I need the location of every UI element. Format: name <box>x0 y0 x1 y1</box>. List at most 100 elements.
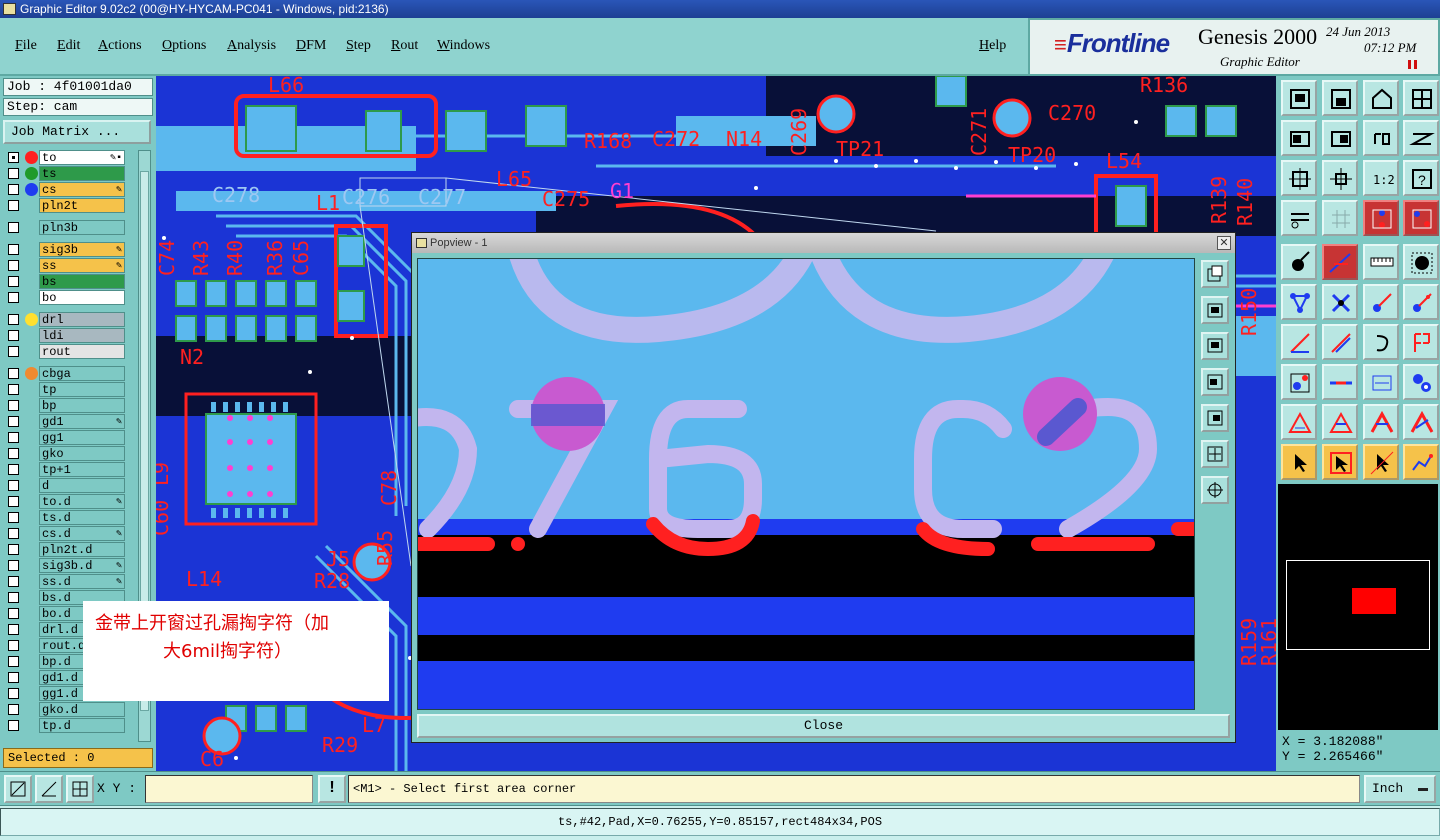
layer-checkbox[interactable] <box>8 576 19 587</box>
layer-checkbox[interactable] <box>8 608 19 619</box>
job-matrix-button[interactable]: Job Matrix ... <box>3 120 151 144</box>
layer-row-bs[interactable]: bs <box>3 274 127 289</box>
zigzag-icon[interactable] <box>1403 120 1439 156</box>
split-view-icon[interactable] <box>1403 80 1439 116</box>
slope-a-icon[interactable] <box>1281 324 1317 360</box>
route-a-icon[interactable] <box>1363 284 1399 320</box>
layer-checkbox[interactable] <box>8 200 19 211</box>
layer-checkbox[interactable] <box>8 346 19 357</box>
layer-name[interactable]: ldi <box>39 328 125 343</box>
layer-name[interactable]: drl <box>39 312 125 327</box>
popview-pan-right-icon[interactable] <box>1201 404 1229 432</box>
menu-analysis[interactable]: Analysis <box>227 38 276 54</box>
layer-row-bo[interactable]: bo <box>3 290 127 305</box>
scale-1to2-icon[interactable]: 1:2 <box>1363 160 1399 196</box>
layer-checkbox[interactable] <box>8 276 19 287</box>
layer-row-to[interactable]: to ✎▪ <box>3 150 127 165</box>
layer-checkbox[interactable] <box>8 260 19 271</box>
layer-name[interactable]: sig3b.d ✎ <box>39 558 125 573</box>
layer-checkbox[interactable] <box>8 244 19 255</box>
layer-row-ts[interactable]: ts <box>3 166 127 181</box>
layer-row-pln3b[interactable]: pln3b <box>3 220 127 235</box>
layer-name[interactable]: gd1 ✎ <box>39 414 125 429</box>
measure-angle-icon[interactable] <box>1322 244 1358 280</box>
layer-row-cbga[interactable]: cbga <box>3 366 127 381</box>
layer-name[interactable]: tp+1 <box>39 462 125 477</box>
message-alert-icon[interactable]: ! <box>318 775 346 803</box>
layer-row-pln2t[interactable]: pln2t <box>3 198 127 213</box>
menu-help[interactable]: Help <box>979 38 1006 54</box>
layer-row-to.d[interactable]: to.d ✎ <box>3 494 127 509</box>
layer-checkbox[interactable] <box>8 184 19 195</box>
settings-icon[interactable] <box>1281 200 1317 236</box>
select-feature-icon[interactable] <box>1281 244 1317 280</box>
layer-checkbox[interactable] <box>8 544 19 555</box>
unit-selector[interactable]: Inch <box>1364 775 1436 803</box>
layer-checkbox[interactable] <box>8 640 19 651</box>
layer-name[interactable]: d <box>39 478 125 493</box>
layer-row-ts.d[interactable]: ts.d <box>3 510 127 525</box>
layer-name[interactable]: to.d ✎ <box>39 494 125 509</box>
layer-checkbox[interactable] <box>8 416 19 427</box>
popview-center-icon[interactable] <box>1201 476 1229 504</box>
grid-icon[interactable] <box>1322 200 1358 236</box>
cross-icon[interactable] <box>1322 284 1358 320</box>
layer-color-dot[interactable] <box>25 183 38 196</box>
layer-name[interactable]: gg1 <box>39 430 125 445</box>
layer-checkbox[interactable] <box>8 292 19 303</box>
layer-row-cs[interactable]: cs ✎ <box>3 182 127 197</box>
layer-name[interactable]: rout <box>39 344 125 359</box>
layer-row-tp+1[interactable]: tp+1 <box>3 462 127 477</box>
layer-checkbox[interactable] <box>8 496 19 507</box>
snap-a-icon[interactable] <box>1363 200 1399 236</box>
layer-name[interactable]: to ✎▪ <box>39 150 125 165</box>
ruler-icon[interactable] <box>1363 244 1399 280</box>
dimension-icon[interactable] <box>1363 364 1399 400</box>
layer-row-gko[interactable]: gko <box>3 446 127 461</box>
pan-right-icon[interactable] <box>1322 120 1358 156</box>
popview-close-button[interactable]: Close <box>417 714 1230 738</box>
menu-dfm[interactable]: DFM <box>296 38 326 54</box>
screen-up-icon[interactable] <box>1281 80 1317 116</box>
layer-name[interactable]: pln2t <box>39 198 125 213</box>
layer-checkbox[interactable] <box>8 528 19 539</box>
popview-fit-icon[interactable] <box>1201 440 1229 468</box>
xy-input[interactable] <box>145 775 313 803</box>
layer-row-sig3b[interactable]: sig3b ✎ <box>3 242 127 257</box>
layer-checkbox[interactable] <box>8 592 19 603</box>
pointer-diag-icon[interactable] <box>1363 444 1399 480</box>
menu-step[interactable]: Step <box>346 38 371 54</box>
layer-name[interactable]: tp.d <box>39 718 125 733</box>
split-pad-icon[interactable] <box>1403 324 1439 360</box>
layer-row-ss.d[interactable]: ss.d ✎ <box>3 574 127 589</box>
popview-zoom-in-icon[interactable] <box>1201 260 1229 288</box>
layer-name[interactable]: ss.d ✎ <box>39 574 125 589</box>
layer-checkbox[interactable] <box>8 480 19 491</box>
layer-checkbox[interactable] <box>8 152 19 163</box>
menu-rout[interactable]: Rout <box>391 38 418 54</box>
layer-checkbox[interactable] <box>8 168 19 179</box>
pointer-box-icon[interactable] <box>1322 444 1358 480</box>
pointer-icon[interactable] <box>1281 444 1317 480</box>
triangle-a-icon[interactable] <box>1281 404 1317 440</box>
layer-row-pln2t.d[interactable]: pln2t.d <box>3 542 127 557</box>
layer-color-dot[interactable] <box>25 167 38 180</box>
triangle-c-icon[interactable] <box>1363 404 1399 440</box>
layer-name[interactable]: ts.d <box>39 510 125 525</box>
popview-canvas[interactable]: 276 C2 <box>417 258 1195 710</box>
layer-checkbox[interactable] <box>8 688 19 699</box>
layer-name[interactable]: cbga <box>39 366 125 381</box>
snap-grid-icon[interactable] <box>66 775 94 803</box>
layer-name[interactable]: gko.d <box>39 702 125 717</box>
layer-color-dot[interactable] <box>25 367 38 380</box>
layer-row-gko.d[interactable]: gko.d <box>3 702 127 717</box>
measure-icon[interactable] <box>35 775 63 803</box>
pan-left-icon[interactable] <box>1281 120 1317 156</box>
layer-name[interactable]: gko <box>39 446 125 461</box>
menu-options[interactable]: Options <box>162 38 206 54</box>
layer-name[interactable]: cs.d ✎ <box>39 526 125 541</box>
layer-checkbox[interactable] <box>8 512 19 523</box>
cluster-icon[interactable] <box>1403 364 1439 400</box>
layer-row-tp.d[interactable]: tp.d <box>3 718 127 733</box>
zoom-fit-icon[interactable] <box>1281 160 1317 196</box>
